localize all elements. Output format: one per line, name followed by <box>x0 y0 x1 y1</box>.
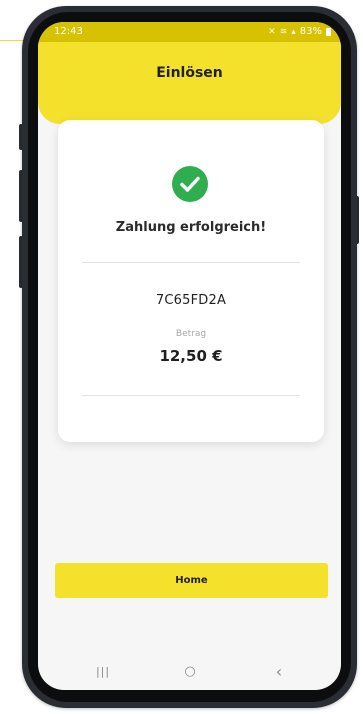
system-nav-bar: ||| ○ ‹ <box>38 654 341 690</box>
app-header: Einlösen <box>38 42 341 124</box>
recent-apps-icon[interactable]: ||| <box>88 662 118 682</box>
check-circle-icon <box>172 166 208 202</box>
page-title: Einlösen <box>156 65 223 81</box>
app-screen: 12:43 ✕ ≋ ▴ 83% Einlösen Zahlung erfolgr… <box>38 22 341 690</box>
back-icon[interactable]: ‹ <box>264 662 294 682</box>
battery-percent: 83% <box>299 26 322 37</box>
wifi-icon: ≋ <box>279 27 288 37</box>
payment-result-card: Zahlung erfolgreich! 7C65FD2A Betrag 12,… <box>58 120 324 442</box>
amount-label: Betrag <box>175 329 207 339</box>
home-circle-icon[interactable]: ○ <box>175 662 205 682</box>
divider-bottom <box>82 395 300 396</box>
amount-value: 12,50 € <box>159 347 223 365</box>
voucher-code: 7C65FD2A <box>155 293 227 308</box>
success-message: Zahlung erfolgreich! <box>115 220 267 235</box>
status-icons: ✕ ≋ ▴ 83% <box>268 22 331 42</box>
divider-top <box>82 262 300 263</box>
status-bar: 12:43 ✕ ≋ ▴ 83% <box>38 22 341 42</box>
status-time: 12:43 <box>54 26 83 37</box>
mute-icon: ✕ <box>268 27 276 37</box>
home-button[interactable]: Home <box>55 563 328 598</box>
signal-icon: ▴ <box>291 27 296 37</box>
battery-icon <box>326 28 331 36</box>
page: 12:43 ✕ ≋ ▴ 83% Einlösen Zahlung erfolgr… <box>0 0 363 714</box>
